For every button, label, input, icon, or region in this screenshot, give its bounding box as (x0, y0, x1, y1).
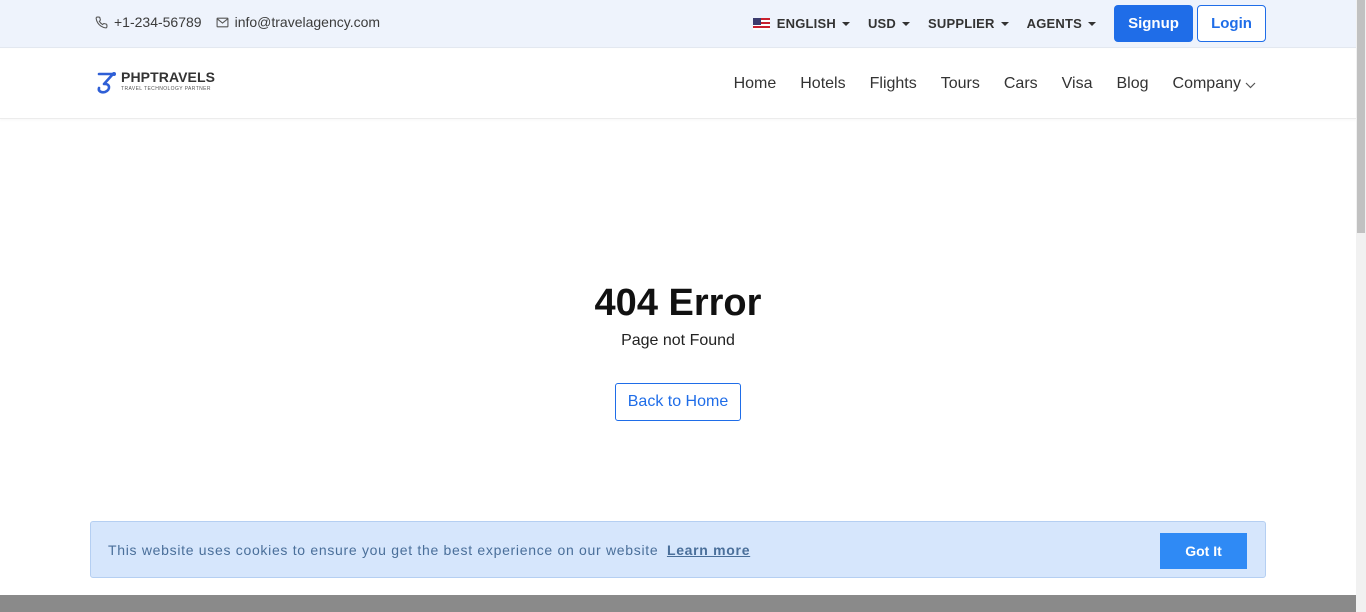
nav-visa[interactable]: Visa (1062, 75, 1093, 93)
cookie-message: This website uses cookies to ensure you … (108, 542, 750, 558)
nav-blog[interactable]: Blog (1116, 75, 1148, 93)
agents-dropdown[interactable]: AGENTS (1027, 16, 1096, 31)
error-title: 404 Error (594, 282, 762, 324)
currency-label: USD (867, 16, 896, 31)
error-subtitle: Page not Found (621, 332, 735, 349)
nav-tours[interactable]: Tours (941, 75, 980, 93)
language-label: ENGLISH (776, 16, 836, 31)
caret-down-icon (841, 21, 850, 26)
nav-hotels[interactable]: Hotels (800, 75, 845, 93)
got-it-button[interactable]: Got It (1160, 533, 1247, 569)
main-navbar: PHPTRAVELS TRAVEL TECHNOLOGY PARTNER Hom… (0, 49, 1356, 119)
supplier-dropdown[interactable]: SUPPLIER (928, 16, 1009, 31)
caret-down-icon (1000, 21, 1009, 26)
phone-icon (95, 16, 108, 28)
email-contact[interactable]: info@travelagency.com (216, 14, 380, 30)
nav-cars[interactable]: Cars (1004, 75, 1038, 93)
scrollbar-thumb[interactable] (1357, 0, 1365, 233)
phone-number: +1-234-56789 (114, 14, 202, 30)
nav-flights[interactable]: Flights (870, 75, 917, 93)
logo-title: PHPTRAVELS (121, 69, 216, 85)
caret-down-icon (902, 21, 910, 26)
mail-icon (216, 17, 229, 27)
currency-dropdown[interactable]: USD (868, 16, 910, 31)
back-to-home-button[interactable]: Back to Home (615, 383, 741, 421)
cookie-text: This website uses cookies to ensure you … (108, 542, 659, 558)
contact-info: +1-234-56789 info@travelagency.com (95, 0, 394, 48)
cookie-banner: This website uses cookies to ensure you … (90, 521, 1266, 578)
language-dropdown[interactable]: ENGLISH (752, 16, 850, 31)
nav-company[interactable]: Company (1173, 75, 1256, 93)
nav-company-label: Company (1172, 75, 1241, 92)
nav-home[interactable]: Home (734, 75, 777, 93)
learn-more-link[interactable]: Learn more (667, 542, 750, 558)
us-flag-icon (752, 17, 770, 30)
caret-down-icon (1088, 21, 1096, 26)
footer-band (0, 595, 1356, 612)
email-address: info@travelagency.com (234, 14, 381, 30)
signup-button[interactable]: Signup (1114, 5, 1193, 42)
site-logo[interactable]: PHPTRAVELS TRAVEL TECHNOLOGY PARTNER (96, 70, 215, 96)
page-scrollbar[interactable] (1356, 0, 1366, 612)
logo-text: PHPTRAVELS TRAVEL TECHNOLOGY PARTNER (121, 70, 215, 93)
top-bar: +1-234-56789 info@travelagency.com ENGLI… (0, 0, 1356, 48)
agents-label: AGENTS (1026, 16, 1082, 31)
login-button[interactable]: Login (1197, 5, 1266, 42)
nav-links: Home Hotels Flights Tours Cars Visa Blog… (710, 49, 1256, 119)
supplier-label: SUPPLIER (928, 16, 995, 31)
phone-contact[interactable]: +1-234-56789 (95, 14, 202, 30)
top-right-controls: ENGLISH USD SUPPLIER AGENTS Signup Login (752, 5, 1266, 42)
logo-tagline: TRAVEL TECHNOLOGY PARTNER (121, 86, 211, 92)
logo-mark-icon (97, 72, 116, 94)
chevron-down-icon (1245, 82, 1256, 88)
